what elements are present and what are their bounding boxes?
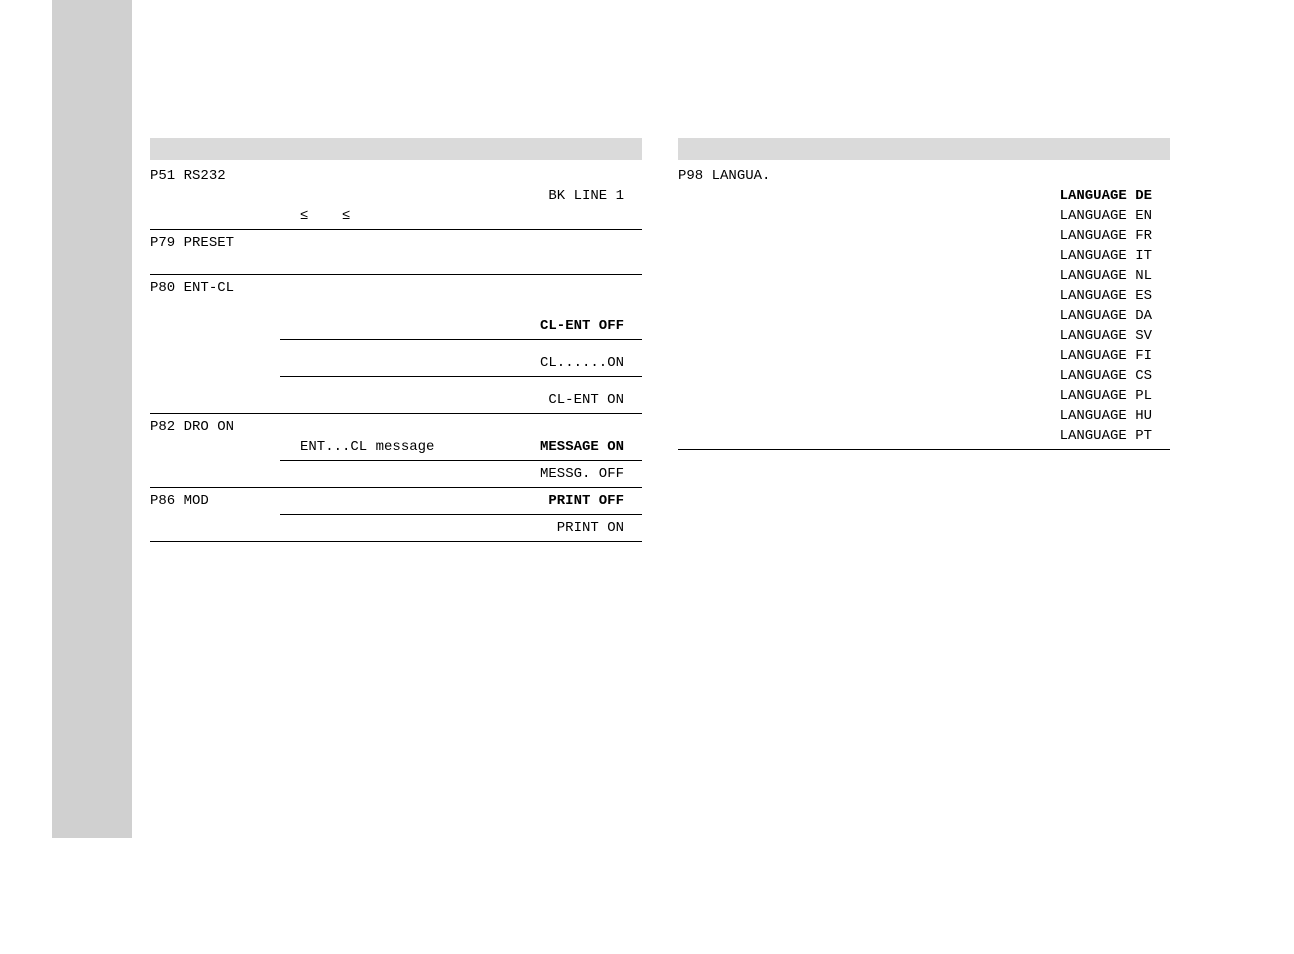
spacer [150,253,642,271]
param-p79-row: P79 PRESET [150,233,642,253]
language-option: LANGUAGE DA [678,306,1170,326]
leq-icon: ≤ [342,208,350,224]
param-p82-v2-row: MESSG. OFF [150,464,642,484]
param-p86-v2-row: PRINT ON [150,518,642,538]
param-code: P79 PRESET [150,235,300,251]
language-label: LANGUAGE CS [678,368,1170,384]
param-value: CL......ON [300,355,642,371]
param-value: BK LINE 1 [300,188,642,204]
spacer [150,380,642,390]
language-label: LANGUAGE HU [678,408,1170,424]
param-code: P51 RS232 [150,168,300,184]
language-option: LANGUAGE EN [678,206,1170,226]
language-option: LANGUAGE PL [678,386,1170,406]
language-option: LANGUAGE SV [678,326,1170,346]
param-p82-v1-row: ENT...CL message MESSAGE ON [150,437,642,457]
divider [280,460,642,461]
side-margin-bar [52,0,132,838]
spacer [150,298,642,316]
param-p86-row: P86 MOD PRINT OFF [150,491,642,511]
param-value: CL-ENT ON [300,392,642,408]
language-label: LANGUAGE PL [678,388,1170,404]
language-option: LANGUAGE FI [678,346,1170,366]
content-area: P51 RS232 BK LINE 1 ≤ ≤ P79 PRESET P80 E… [150,138,1170,545]
param-value: MESSG. OFF [300,466,642,482]
language-option: LANGUAGE PT [678,426,1170,446]
param-value: CL-ENT OFF [300,318,642,334]
divider [150,413,642,414]
language-option: LANGUAGE ES [678,286,1170,306]
param-code: P98 LANGUA. [678,168,828,184]
language-label: LANGUAGE PT [678,428,1170,444]
language-label: LANGUAGE SV [678,328,1170,344]
language-label: LANGUAGE FR [678,228,1170,244]
language-label: LANGUAGE ES [678,288,1170,304]
language-option: LANGUAGE IT [678,246,1170,266]
divider [150,487,642,488]
param-p98-row: P98 LANGUA. [678,166,1170,186]
divider [150,229,642,230]
language-label: LANGUAGE DE [678,188,1170,204]
divider [150,541,642,542]
param-p80-row: P80 ENT-CL [150,278,642,298]
language-list: LANGUAGE DE LANGUAGE EN LANGUAGE FR LANGUAG… [678,186,1170,446]
language-label: LANGUAGE DA [678,308,1170,324]
param-desc: ENT...CL message [300,439,460,455]
language-option: LANGUAGE DE [678,186,1170,206]
language-label: LANGUAGE EN [678,208,1170,224]
param-p82-row: P82 DRO ON [150,417,642,437]
param-p51-value-row: BK LINE 1 [150,186,642,206]
language-label: LANGUAGE IT [678,248,1170,264]
right-column: P98 LANGUA. LANGUAGE DELANGUAGE ENLANGUA… [678,138,1170,545]
param-value: PRINT OFF [300,493,642,509]
left-header-bar [150,138,642,160]
language-option: LANGUAGE HU [678,406,1170,426]
right-header-bar [678,138,1170,160]
divider [280,339,642,340]
language-option: LANGUAGE NL [678,266,1170,286]
leq-icon: ≤ [300,208,308,224]
divider [280,376,642,377]
language-label: LANGUAGE NL [678,268,1170,284]
param-value: MESSAGE ON [460,439,642,455]
param-code: P80 ENT-CL [150,280,300,296]
spacer [150,343,642,353]
param-value: PRINT ON [300,520,642,536]
param-p51-row: P51 RS232 [150,166,642,186]
param-p51-range-row: ≤ ≤ [150,206,642,226]
param-p80-v3-row: CL-ENT ON [150,390,642,410]
param-code: P86 MOD [150,493,300,509]
left-column: P51 RS232 BK LINE 1 ≤ ≤ P79 PRESET P80 E… [150,138,642,545]
param-code: P82 DRO ON [150,419,300,435]
language-label: LANGUAGE FI [678,348,1170,364]
divider [150,274,642,275]
param-p80-v1-row: CL-ENT OFF [150,316,642,336]
divider [678,449,1170,450]
param-p80-v2-row: CL......ON [150,353,642,373]
divider [280,514,642,515]
language-option: LANGUAGE CS [678,366,1170,386]
language-option: LANGUAGE FR [678,226,1170,246]
range-symbols: ≤ ≤ [300,208,460,224]
